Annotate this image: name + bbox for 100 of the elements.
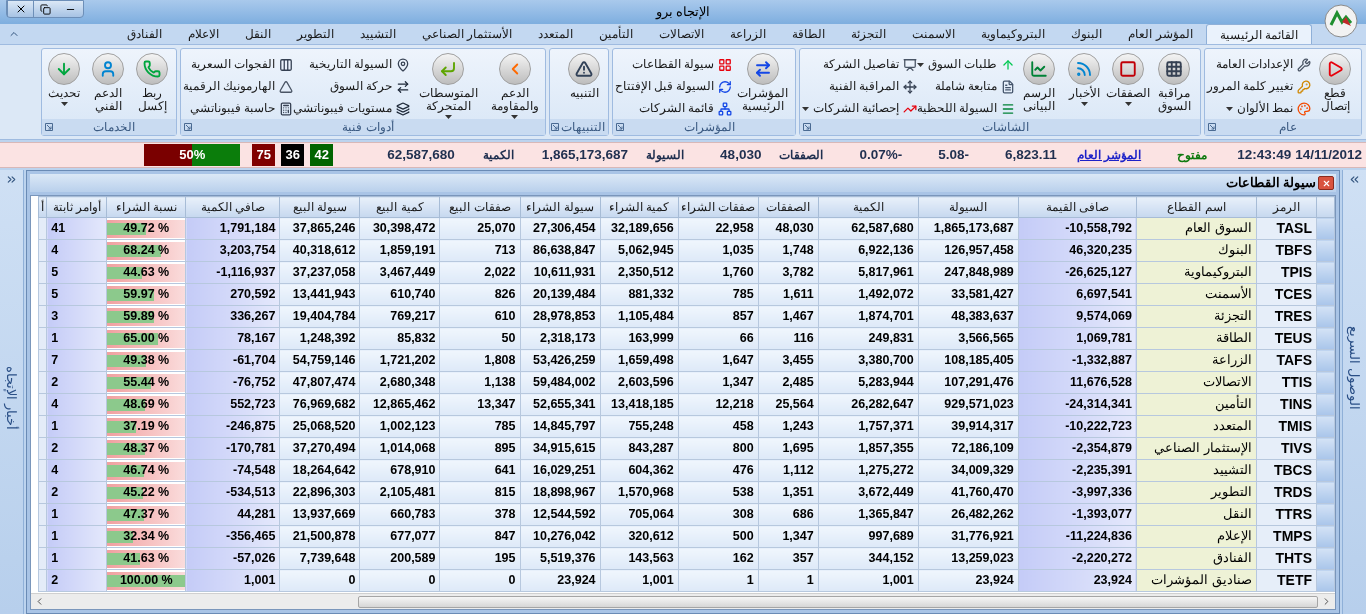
row-header[interactable] (1316, 393, 1335, 416)
ribbon-button[interactable]: الدعم والمقاومة (486, 53, 543, 119)
ribbon-small-button[interactable]: متابعة شاملة (917, 77, 1016, 96)
column-header[interactable]: الصفقات (758, 196, 819, 218)
ribbon-button[interactable]: تحديث (42, 53, 86, 106)
ribbon-tab[interactable]: البنوك (1058, 24, 1116, 44)
double-chevron-icon[interactable] (5, 173, 18, 186)
liquidity-value: 1,865,173,687 (541, 145, 629, 164)
horizontal-scrollbar[interactable] (31, 593, 1335, 609)
row-header[interactable] (1316, 371, 1335, 394)
column-header[interactable]: السيولة (918, 196, 1019, 218)
ribbon-tab[interactable]: التطوير (283, 24, 347, 44)
row-header[interactable] (1316, 349, 1335, 372)
ribbon-tab[interactable]: المتعدد (525, 24, 587, 44)
ribbon-tab[interactable]: الاسمنت (899, 24, 969, 44)
side-panel-title[interactable]: أخبار الإتجاه (1, 366, 22, 430)
ribbon-button[interactable]: الدعم الفني (86, 53, 130, 113)
row-header[interactable] (1316, 283, 1335, 306)
row-header[interactable] (1316, 415, 1335, 438)
table-cell: 1,859,191 (359, 239, 440, 262)
ribbon-tab[interactable]: الطاقة (779, 24, 839, 44)
table-cell: 4 (46, 393, 107, 416)
column-header[interactable]: سيولة البيع (279, 196, 360, 218)
column-header[interactable]: كمية الشراء (600, 196, 679, 218)
ribbon-small-button[interactable]: إحصائية الشركات (802, 99, 918, 118)
side-panel-title[interactable]: الوصول السريع (1344, 326, 1365, 410)
row-header[interactable] (1316, 305, 1335, 328)
ribbon-button[interactable]: التنبيه (562, 53, 606, 100)
ribbon-button[interactable]: المؤشرات الرئيسية (732, 53, 793, 113)
ribbon-small-button[interactable]: حاسبة فيبوناتشي (183, 99, 294, 118)
ribbon-small-button[interactable]: السيولة اللحظية (917, 99, 1016, 118)
ribbon-small-button[interactable]: طلبات السوق (917, 55, 1016, 74)
ribbon-small-button[interactable]: تفاصيل الشركة (802, 55, 918, 74)
ribbon-tab[interactable]: الفنادق (113, 24, 175, 44)
column-header[interactable]: الرمز (1256, 196, 1317, 218)
ribbon-small-button[interactable]: الإعدادات العامة (1207, 55, 1312, 74)
ribbon-tab[interactable]: التشييد (346, 24, 409, 44)
chevron-icon (498, 53, 531, 85)
ribbon-tab[interactable]: البتروكيماوية (968, 24, 1059, 44)
expand-icon[interactable] (803, 123, 811, 131)
column-header[interactable]: سيولة الشراء (520, 196, 601, 218)
ribbon-tab[interactable]: الأستثمار الصناعي (408, 24, 526, 44)
ribbon-button[interactable]: الصفقات (1106, 53, 1151, 106)
row-header[interactable] (1316, 327, 1335, 350)
expand-icon[interactable] (184, 123, 192, 131)
row-header[interactable] (1316, 503, 1335, 526)
ribbon-tab[interactable]: القائمة الرئيسية (1205, 24, 1312, 44)
expand-icon[interactable] (45, 123, 53, 131)
close-button[interactable] (1318, 176, 1334, 190)
expand-icon[interactable] (1208, 123, 1216, 131)
column-header[interactable]: أ (38, 196, 47, 218)
ribbon-tab[interactable]: المؤشر العام (1115, 24, 1206, 44)
row-header[interactable] (1316, 261, 1335, 284)
ribbon-button[interactable]: المتوسطات المتحركة (410, 53, 487, 119)
ribbon-small-button[interactable]: المراقبة الفنية (802, 77, 918, 96)
ribbon-button[interactable]: مراقبة السوق (1150, 53, 1198, 113)
row-header[interactable] (1316, 239, 1335, 262)
table-cell: 48,383,637 (918, 305, 1019, 328)
column-header[interactable]: نسبة الشراء (106, 196, 186, 218)
column-header[interactable]: صافي الكمية (185, 196, 280, 218)
ribbon-small-button[interactable]: سيولة القطاعات (615, 55, 733, 74)
column-header[interactable]: صافى القيمة (1018, 196, 1137, 218)
double-chevron-icon[interactable] (1348, 173, 1361, 186)
ribbon-tab[interactable]: الاتصالات (646, 24, 718, 44)
ribbon-tab[interactable]: التجزئة (838, 24, 900, 44)
column-header[interactable]: صفقات الشراء (678, 196, 759, 218)
expand-icon[interactable] (551, 123, 559, 131)
ribbon-tab[interactable]: الاعلام (174, 24, 232, 44)
ribbon-button[interactable]: الرسم البيانى (1015, 53, 1063, 113)
column-header[interactable]: أوامر ثابتة (46, 196, 107, 218)
ratio-text: 50% (179, 146, 206, 165)
column-header[interactable]: اسم القطاع (1136, 196, 1257, 218)
column-header[interactable]: كمية البيع (359, 196, 440, 218)
row-header[interactable] (1316, 525, 1335, 548)
ribbon-small-button[interactable]: قائمة الشركات (615, 99, 733, 118)
ribbon-small-button[interactable]: تغيير كلمة المرور (1207, 77, 1312, 96)
row-header[interactable] (1316, 547, 1335, 570)
ribbon-small-button[interactable]: الفجوات السعرية (183, 55, 294, 74)
ribbon-tab[interactable]: النقل (231, 24, 284, 44)
ribbon-small-button[interactable]: نمط الألوان (1207, 99, 1312, 118)
column-header[interactable]: الكمية (818, 196, 919, 218)
ribbon-small-button[interactable]: الهارمونيك الرقمية (183, 77, 294, 96)
index-link[interactable]: المؤشر العام (1076, 146, 1142, 164)
row-header[interactable] (1316, 217, 1335, 240)
row-header[interactable] (1316, 481, 1335, 504)
row-header[interactable] (1316, 569, 1335, 592)
row-header[interactable] (1316, 459, 1335, 482)
ribbon-small-button[interactable]: مستويات فيبوناتشي (293, 99, 411, 118)
ribbon-small-button[interactable]: حركة السوق (293, 77, 411, 96)
ribbon-small-button[interactable]: السيولة قبل الإفتتاح (615, 77, 733, 96)
ribbon-tab[interactable]: التأمين (586, 24, 647, 44)
scrollbar-thumb[interactable] (358, 595, 1318, 608)
row-header[interactable] (1316, 437, 1335, 460)
ribbon-tab[interactable]: الزراعة (717, 24, 780, 44)
ribbon-button[interactable]: قطع إتصال (1311, 53, 1359, 113)
column-header[interactable]: صفقات البيع (439, 196, 520, 218)
ribbon-small-button[interactable]: السيولة التاريخية (293, 55, 411, 74)
ribbon-button[interactable]: ربط إكسل (130, 53, 174, 113)
ribbon-button[interactable]: الأخبار (1062, 53, 1107, 106)
expand-icon[interactable] (616, 123, 624, 131)
